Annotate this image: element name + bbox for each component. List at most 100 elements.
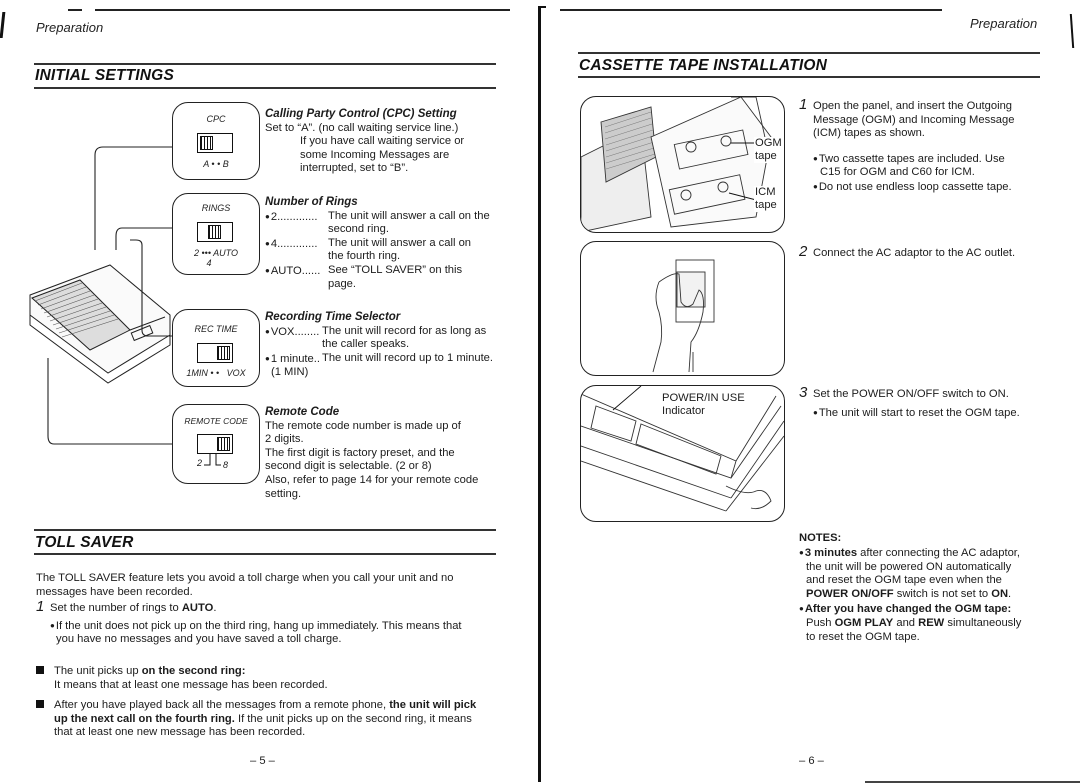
rings-option-desc: The unit will answer a call on	[328, 236, 472, 249]
cassette-step-2: 2 Connect the AC adaptor to the AC outle…	[799, 243, 1063, 261]
remote-code-line: Also, refer to page 14 for your remote c…	[265, 473, 479, 486]
cassette-insertion-figure	[580, 96, 785, 233]
remote-code-description: Remote Code The remote code number is ma…	[265, 406, 515, 501]
item-line: that at least one new message has been r…	[54, 726, 306, 739]
step-bullet-line: Do not use endless loop cassette tape.	[813, 180, 1063, 195]
step-bullet-line: The unit will start to reset the OGM tap…	[813, 406, 1063, 421]
toll-saver-item-1: The unit picks up on the second ring: It…	[36, 665, 516, 692]
step-number: 3	[799, 384, 808, 401]
step-line: Set the POWER ON/OFF switch to ON.	[813, 388, 1009, 400]
right-page-number: – 6 –	[799, 755, 824, 767]
cpc-indented-line: If you have call waiting service or	[300, 135, 465, 148]
notes-title: NOTES:	[799, 532, 842, 544]
rec-time-option-key: VOX........	[265, 325, 322, 352]
note-bold: ON	[991, 588, 1009, 601]
rec-time-option-key: 1 minute..	[265, 352, 322, 367]
remote-code-switch-label: REMOTE CODE	[184, 416, 248, 426]
rings-position-labels: 2 ••• AUTO	[194, 248, 238, 258]
remote-code-line: The remote code number is made up of	[265, 419, 461, 432]
toll-saver-top-rule	[34, 529, 496, 531]
cpc-switch[interactable]	[197, 133, 233, 153]
rec-time-title: Recording Time Selector	[265, 311, 401, 323]
rings-switch-knob[interactable]	[208, 225, 221, 239]
step-bullet-line: C15 for OGM and C60 for ICM.	[820, 166, 975, 179]
left-page-top-rule-short	[68, 9, 82, 11]
item-bold: up the next call on the fourth ring.	[54, 712, 235, 725]
left-margin-mark	[0, 12, 6, 38]
rec-time-switch-knob[interactable]	[217, 346, 230, 360]
page-spine	[538, 6, 541, 782]
left-page-top-rule	[95, 9, 510, 11]
notes-section: NOTES: 3 minutes after connecting the AC…	[799, 532, 1059, 644]
note-bold: After you have changed the OGM tape:	[804, 602, 1012, 615]
note-bold: POWER ON/OFF	[806, 588, 894, 601]
step-bullet-line: Two cassette tapes are included. Use	[813, 152, 1063, 167]
cpc-switch-label: CPC	[206, 114, 226, 124]
step-1-suffix: .	[213, 602, 217, 614]
right-margin-mark	[1069, 14, 1075, 48]
icm-tape-label: ICM tape	[754, 186, 777, 212]
note-line: to reset the OGM tape.	[806, 630, 920, 643]
remote-code-position-right: 8	[223, 460, 229, 470]
rec-time-switch[interactable]	[197, 343, 233, 363]
remote-code-line: 2 digits.	[265, 433, 304, 446]
item-text: If the unit picks up on the second ring,…	[234, 712, 472, 725]
toll-saver-item-2: After you have played back all the messa…	[36, 699, 526, 740]
power-indicator-label: POWER/IN USE Indicator	[662, 392, 745, 418]
cpc-switch-panel: CPC A • • B	[172, 102, 260, 180]
cassette-title: CASSETTE TAPE INSTALLATION	[579, 57, 828, 74]
step-1-text: Set the number of rings to	[50, 602, 182, 614]
toll-saver-intro: The TOLL SAVER feature lets you avoid a …	[36, 572, 516, 599]
initial-settings-title: INITIAL SETTINGS	[35, 67, 174, 84]
note-text: .	[1008, 588, 1012, 601]
step-line: (ICM) tapes as shown.	[813, 127, 925, 140]
cpc-switch-knob[interactable]	[200, 136, 213, 150]
rings-switch[interactable]	[197, 222, 233, 242]
toll-saver-intro-line: messages have been recorded.	[36, 585, 193, 598]
left-page-number: – 5 –	[250, 755, 275, 767]
note-line: and reset the OGM tape even when the	[806, 574, 1002, 587]
note-line: the unit will be powered ON automaticall…	[806, 560, 1012, 573]
note-text: Push	[806, 616, 835, 629]
cassette-step-1: 1 Open the panel, and insert the Outgoin…	[799, 97, 1063, 195]
note-bold: OGM PLAY	[834, 616, 894, 629]
right-page-header: Preparation	[970, 16, 1038, 31]
cpc-indented-line: some Incoming Messages are	[300, 148, 450, 161]
note-text: simultaneously	[944, 616, 1022, 629]
step-number: 2	[799, 243, 808, 260]
item-text: The unit picks up	[54, 665, 142, 677]
step-1-bold: AUTO	[181, 602, 214, 614]
step-1-bullet-line: you have no messages and you have saved …	[56, 633, 342, 646]
rec-time-option-desc: the caller speaks.	[322, 338, 410, 351]
remote-code-position-left: 2	[197, 458, 203, 468]
remote-code-line: setting.	[265, 487, 302, 500]
toll-saver-step-1: 1 Set the number of rings to AUTO. If th…	[36, 599, 530, 647]
rec-time-option-desc: The unit will record for as long as	[322, 324, 487, 337]
rec-time-description: Recording Time Selector VOX........ The …	[265, 311, 515, 380]
hand-plugging-adaptor-drawing	[652, 259, 715, 373]
power-indicator-label-line: Indicator	[662, 405, 705, 417]
step-line: Connect the AC adaptor to the AC outlet.	[813, 247, 1016, 259]
cpc-position-labels: A • • B	[203, 159, 229, 169]
rings-option-desc: page.	[328, 277, 356, 290]
initial-settings-top-rule	[34, 63, 496, 65]
right-page-top-rule	[560, 9, 942, 11]
connector-lines	[47, 146, 172, 445]
rings-title: Number of Rings	[265, 196, 358, 208]
ogm-tape-label: OGM tape	[754, 137, 782, 163]
rings-option-key: 2.............	[265, 210, 328, 237]
rings-option-desc: The unit will answer a call on the	[328, 209, 490, 222]
step-line: Message (OGM) and Incoming Message	[813, 113, 1015, 126]
ogm-label-line: tape	[755, 150, 777, 162]
rec-time-switch-panel: REC TIME 1MIN • • VOX	[172, 309, 260, 387]
ac-adaptor-figure	[580, 241, 785, 376]
remote-code-title: Remote Code	[265, 406, 340, 418]
note-bold: 3 minutes	[804, 546, 858, 559]
power-indicator-label-line: POWER/IN USE	[662, 392, 745, 404]
cpc-indented-line: interrupted, set to “B”.	[300, 162, 409, 175]
remote-code-switch[interactable]	[197, 434, 233, 454]
toll-saver-title: TOLL SAVER	[35, 534, 134, 551]
ogm-label-line: OGM	[755, 137, 782, 149]
remote-code-switch-knob[interactable]	[217, 437, 230, 451]
rings-option-key: 4.............	[265, 237, 328, 264]
